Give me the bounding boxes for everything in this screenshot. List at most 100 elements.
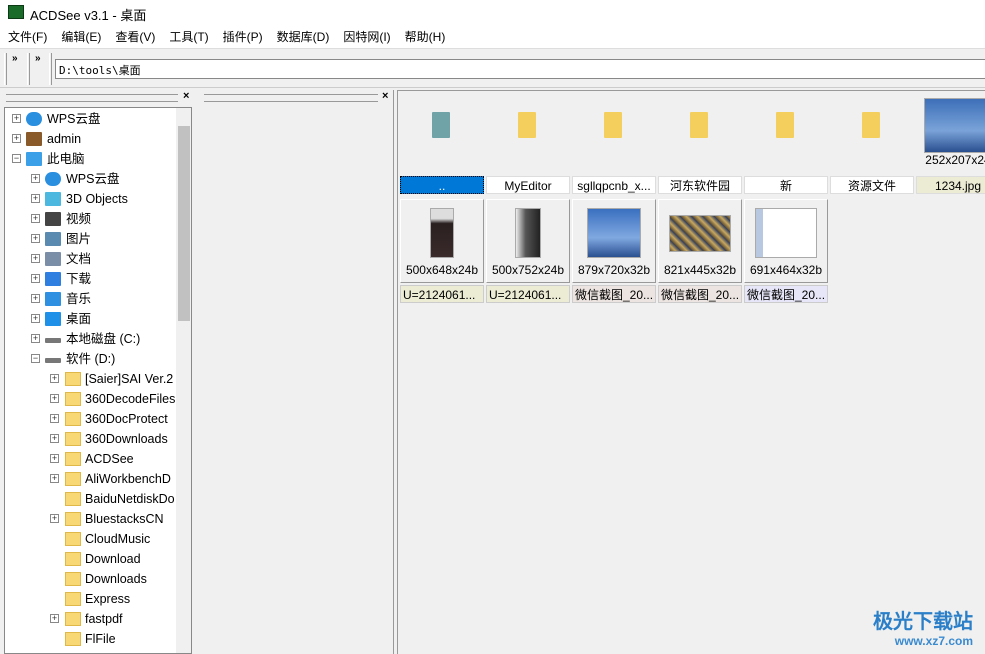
- menu-item[interactable]: 文件(F): [8, 25, 47, 48]
- expand-icon[interactable]: +: [31, 214, 40, 223]
- menu-item[interactable]: 查看(V): [115, 25, 155, 48]
- expand-icon[interactable]: +: [50, 394, 59, 403]
- file-label[interactable]: 资源文件: [830, 176, 914, 194]
- expand-icon[interactable]: +: [12, 134, 21, 143]
- scrollbar-thumb[interactable]: [178, 126, 190, 321]
- tree-item-label: AliWorkbenchD: [85, 472, 171, 486]
- file-label[interactable]: 河东软件园: [658, 176, 742, 194]
- toolbar-grip[interactable]: [27, 53, 30, 85]
- menu-item[interactable]: 工具(T): [169, 25, 208, 48]
- expand-icon[interactable]: +: [12, 114, 21, 123]
- toolbar-grip[interactable]: [49, 53, 52, 85]
- tree-item-label: 图片: [66, 232, 92, 246]
- file-label[interactable]: U=2124061...: [486, 285, 570, 303]
- expand-icon[interactable]: +: [50, 374, 59, 383]
- pane-grip[interactable]: [204, 94, 378, 102]
- close-tree-pane-button[interactable]: ×: [183, 90, 189, 102]
- tree-item-label: 下载: [66, 272, 92, 286]
- folder-icon: [65, 452, 81, 466]
- tree-item-label: WPS云盘: [47, 112, 101, 126]
- collapse-icon[interactable]: −: [12, 154, 21, 163]
- expand-icon[interactable]: +: [31, 174, 40, 183]
- tree-item-label: 音乐: [66, 292, 92, 306]
- expand-icon[interactable]: +: [31, 334, 40, 343]
- window-title: ACDSee v3.1 - 桌面: [30, 8, 147, 23]
- image-thumbnail[interactable]: [515, 208, 541, 258]
- expand-icon[interactable]: +: [50, 614, 59, 623]
- toolbar-grip[interactable]: [4, 53, 7, 85]
- folder-icon: [65, 492, 81, 506]
- 3d-objects-icon: [45, 192, 61, 206]
- menu-item[interactable]: 帮助(H): [405, 25, 446, 48]
- tree-item-label: 桌面: [66, 312, 92, 326]
- folder-icon[interactable]: [690, 112, 708, 138]
- expand-icon[interactable]: +: [31, 234, 40, 243]
- file-label[interactable]: U=2124061...: [400, 285, 484, 303]
- expand-icon[interactable]: +: [31, 254, 40, 263]
- file-label[interactable]: 1234.jpg: [916, 176, 985, 194]
- image-dimensions: 500x752x24b: [491, 263, 565, 277]
- expand-icon[interactable]: +: [50, 414, 59, 423]
- expand-icon[interactable]: +: [31, 314, 40, 323]
- menu-item[interactable]: 因特网(I): [343, 25, 390, 48]
- tree-item-label: CloudMusic: [85, 532, 151, 546]
- parent-folder-icon[interactable]: [432, 112, 450, 138]
- file-label[interactable]: 新: [744, 176, 828, 194]
- menu-item[interactable]: 编辑(E): [61, 25, 101, 48]
- cloud-icon: [26, 112, 42, 126]
- image-thumbnail[interactable]: [669, 214, 731, 252]
- pictures-icon: [45, 232, 61, 246]
- expand-icon[interactable]: +: [50, 434, 59, 443]
- tree-item-label: BluestacksCN: [85, 512, 164, 526]
- file-label[interactable]: 微信截图_20...: [744, 285, 828, 303]
- close-preview-pane-button[interactable]: ×: [382, 90, 388, 102]
- folder-icon: [65, 372, 81, 386]
- folder-icon[interactable]: [862, 112, 880, 138]
- image-thumbnail[interactable]: [430, 208, 454, 258]
- download-icon: [45, 272, 61, 286]
- title-bar: ACDSee v3.1 - 桌面: [0, 0, 985, 25]
- image-dimensions: 879x720x32b: [577, 263, 651, 277]
- expand-icon[interactable]: +: [31, 294, 40, 303]
- tree-item-label: Download: [85, 552, 141, 566]
- menu-item[interactable]: 数据库(D): [277, 25, 330, 48]
- toolbar: » » D:\tools\桌面: [0, 48, 985, 88]
- expand-icon[interactable]: +: [31, 194, 40, 203]
- folder-icon: [65, 512, 81, 526]
- tree-item-label: 此电脑: [47, 152, 85, 166]
- image-thumbnail[interactable]: [587, 208, 641, 258]
- computer-icon: [26, 152, 42, 166]
- tree-item-label: 3D Objects: [66, 192, 128, 206]
- file-label[interactable]: MyEditor: [486, 176, 570, 194]
- expand-icon[interactable]: +: [31, 274, 40, 283]
- preview-pane: ×: [200, 90, 394, 654]
- file-list[interactable]: .. MyEditor sgllqpcnb_x... 河东软件园新资源文件 252x20…: [397, 90, 985, 654]
- folder-icon[interactable]: [776, 112, 794, 138]
- file-label[interactable]: 微信截图_20...: [658, 285, 742, 303]
- expand-icon[interactable]: +: [50, 474, 59, 483]
- folder-tree[interactable]: + WPS云盘 + admin − 此电脑 + WPS云盘 +3D Objects + 视频 + 图片 +…: [4, 107, 192, 654]
- expand-icon[interactable]: +: [50, 514, 59, 523]
- address-input[interactable]: D:\tools\桌面: [55, 59, 985, 79]
- user-icon: [26, 132, 42, 146]
- toolbar-overflow-button[interactable]: »: [35, 53, 41, 64]
- expand-icon[interactable]: +: [50, 454, 59, 463]
- menu-item[interactable]: 插件(P): [223, 25, 263, 48]
- toolbar-overflow-button[interactable]: »: [12, 53, 18, 64]
- folder-icon[interactable]: [518, 112, 536, 138]
- desktop-icon: [45, 312, 61, 326]
- file-label[interactable]: sgllqpcnb_x...: [572, 176, 656, 194]
- image-dimensions: 252x207x24: [925, 153, 985, 167]
- image-thumbnail[interactable]: [924, 98, 985, 153]
- file-label[interactable]: 微信截图_20...: [572, 285, 656, 303]
- image-thumbnail[interactable]: [755, 208, 817, 258]
- drive-icon: [45, 338, 61, 343]
- collapse-icon[interactable]: −: [31, 354, 40, 363]
- tree-item-label: Downloads: [85, 572, 147, 586]
- folder-icon[interactable]: [604, 112, 622, 138]
- image-dimensions: 691x464x32b: [749, 263, 823, 277]
- pane-grip[interactable]: [6, 94, 178, 102]
- folder-icon: [65, 472, 81, 486]
- folder-icon: [65, 412, 81, 426]
- file-label[interactable]: ..: [400, 176, 484, 194]
